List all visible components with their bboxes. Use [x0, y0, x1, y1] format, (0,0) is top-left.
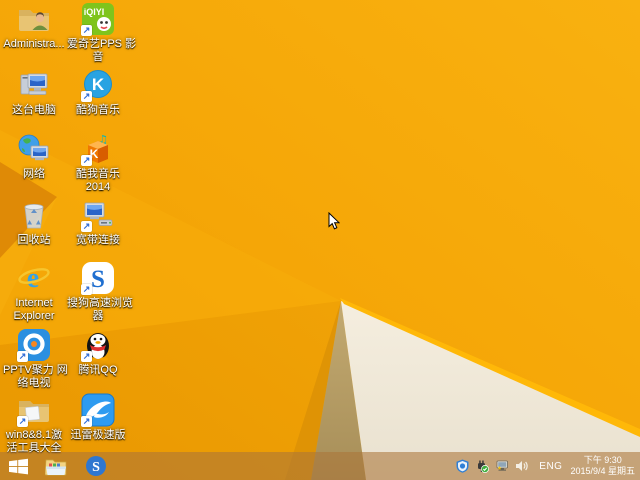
- icon-label: 回收站: [17, 234, 51, 246]
- shortcut-arrow-icon: ↗: [81, 416, 92, 427]
- file-explorer-icon: [45, 459, 67, 475]
- svg-text:S: S: [92, 460, 100, 475]
- shortcut-arrow-icon: ↗: [81, 91, 92, 102]
- xunlei-bird-icon: ↗: [81, 393, 115, 427]
- qq-penguin-icon: ↗: [81, 328, 115, 362]
- desktop-screen: Administra... iQIYI ↗ 爱奇艺PPS 影音 这台电脑 K ↗…: [0, 0, 640, 480]
- desktop-icon-network[interactable]: 网络: [3, 132, 65, 181]
- recycle-bin-icon: [17, 198, 51, 232]
- shortcut-arrow-icon: ↗: [81, 221, 92, 232]
- system-tray: * ENG 下午 9:30 2015/9/4 星期五: [452, 452, 640, 480]
- start-button[interactable]: [0, 452, 36, 480]
- taskbar: S * ENG 下午 9:30 2015/9/4 星期五: [0, 452, 640, 480]
- shortcut-arrow-icon: ↗: [81, 25, 92, 36]
- desktop-icon-kugou[interactable]: K ↗ 酷狗音乐: [67, 68, 129, 117]
- network-globe-icon: [17, 132, 51, 166]
- mouse-cursor: [328, 212, 340, 230]
- broadband-connection-icon: ↗: [81, 198, 115, 232]
- internet-explorer-icon: e: [17, 261, 51, 295]
- clock-date: 2015/9/4 星期五: [570, 466, 635, 476]
- icon-label: Administra...: [3, 38, 65, 50]
- desktop-icon-xunlei[interactable]: ↗ 迅雷极速版: [67, 393, 129, 442]
- icon-label: 酷狗音乐: [76, 104, 120, 116]
- power-plug-status-icon[interactable]: [475, 459, 490, 473]
- clock-time: 下午 9:30: [583, 455, 622, 465]
- pptv-icon: ↗: [17, 328, 51, 362]
- shortcut-arrow-icon: ↗: [81, 155, 92, 166]
- desktop-icon-administrator[interactable]: Administra...: [3, 2, 65, 51]
- sogou-browser-icon: S ↗: [81, 261, 115, 295]
- desktop-icon-recycle-bin[interactable]: 回收站: [3, 198, 65, 247]
- icon-label: 网络: [23, 168, 45, 180]
- shortcut-arrow-icon: ↗: [81, 351, 92, 362]
- shortcut-arrow-icon: ↗: [17, 351, 28, 362]
- icon-label: 腾讯QQ: [78, 364, 118, 376]
- svg-text:iQIYI: iQIYI: [84, 7, 105, 17]
- icon-label: 酷我音乐 2014: [76, 168, 120, 193]
- svg-text:e: e: [27, 263, 39, 294]
- network-status-icon[interactable]: *: [495, 459, 509, 473]
- shortcut-arrow-icon: ↗: [17, 416, 28, 427]
- folder-icon: ↗: [17, 393, 51, 427]
- speaker-volume-icon[interactable]: [515, 459, 529, 473]
- windows-logo-icon: [8, 458, 28, 474]
- icon-label: 迅雷极速版: [70, 429, 126, 441]
- desktop-icon-win8-tools[interactable]: ↗ win8&8.1激 活工具大全: [3, 393, 65, 455]
- user-folder-icon: [17, 2, 51, 36]
- icon-label: 搜狗高速浏览器: [67, 297, 133, 322]
- icon-label: 这台电脑: [12, 104, 56, 116]
- taskbar-clock[interactable]: 下午 9:30 2015/9/4 星期五: [570, 455, 635, 477]
- svg-text:K: K: [92, 75, 105, 94]
- iqiyi-icon: iQIYI ↗: [81, 2, 115, 36]
- file-explorer-button[interactable]: [36, 452, 76, 480]
- kugou-icon: K ↗: [81, 68, 115, 102]
- security-shield-icon[interactable]: [455, 459, 469, 473]
- svg-text:S: S: [91, 266, 105, 293]
- icon-label: PPTV聚力 网络电视: [3, 364, 68, 389]
- desktop-icon-ie[interactable]: e Internet Explorer: [3, 261, 65, 323]
- sogou-browser-taskbar-button[interactable]: S: [76, 452, 116, 480]
- sogou-browser-icon: S: [86, 456, 106, 476]
- computer-icon: [17, 68, 51, 102]
- icon-label: 爱奇艺PPS 影音: [67, 38, 137, 63]
- icon-label: Internet Explorer: [13, 297, 55, 322]
- language-indicator[interactable]: ENG: [539, 461, 562, 472]
- icon-label: 宽带连接: [76, 234, 120, 246]
- kuwo-icon: ♫ K ↗: [81, 132, 115, 166]
- desktop-icon-qq[interactable]: ↗ 腾讯QQ: [67, 328, 129, 377]
- desktop-icon-this-pc[interactable]: 这台电脑: [3, 68, 65, 117]
- desktop-icon-sogou[interactable]: S ↗ 搜狗高速浏览器: [67, 261, 133, 323]
- desktop-icon-iqiyi[interactable]: iQIYI ↗ 爱奇艺PPS 影音: [67, 2, 137, 64]
- desktop-icon-kuwo[interactable]: ♫ K ↗ 酷我音乐 2014: [67, 132, 129, 194]
- shortcut-arrow-icon: ↗: [81, 284, 92, 295]
- desktop-icon-broadband[interactable]: ↗ 宽带连接: [67, 198, 129, 247]
- desktop-icon-pptv[interactable]: ↗ PPTV聚力 网络电视: [3, 328, 68, 390]
